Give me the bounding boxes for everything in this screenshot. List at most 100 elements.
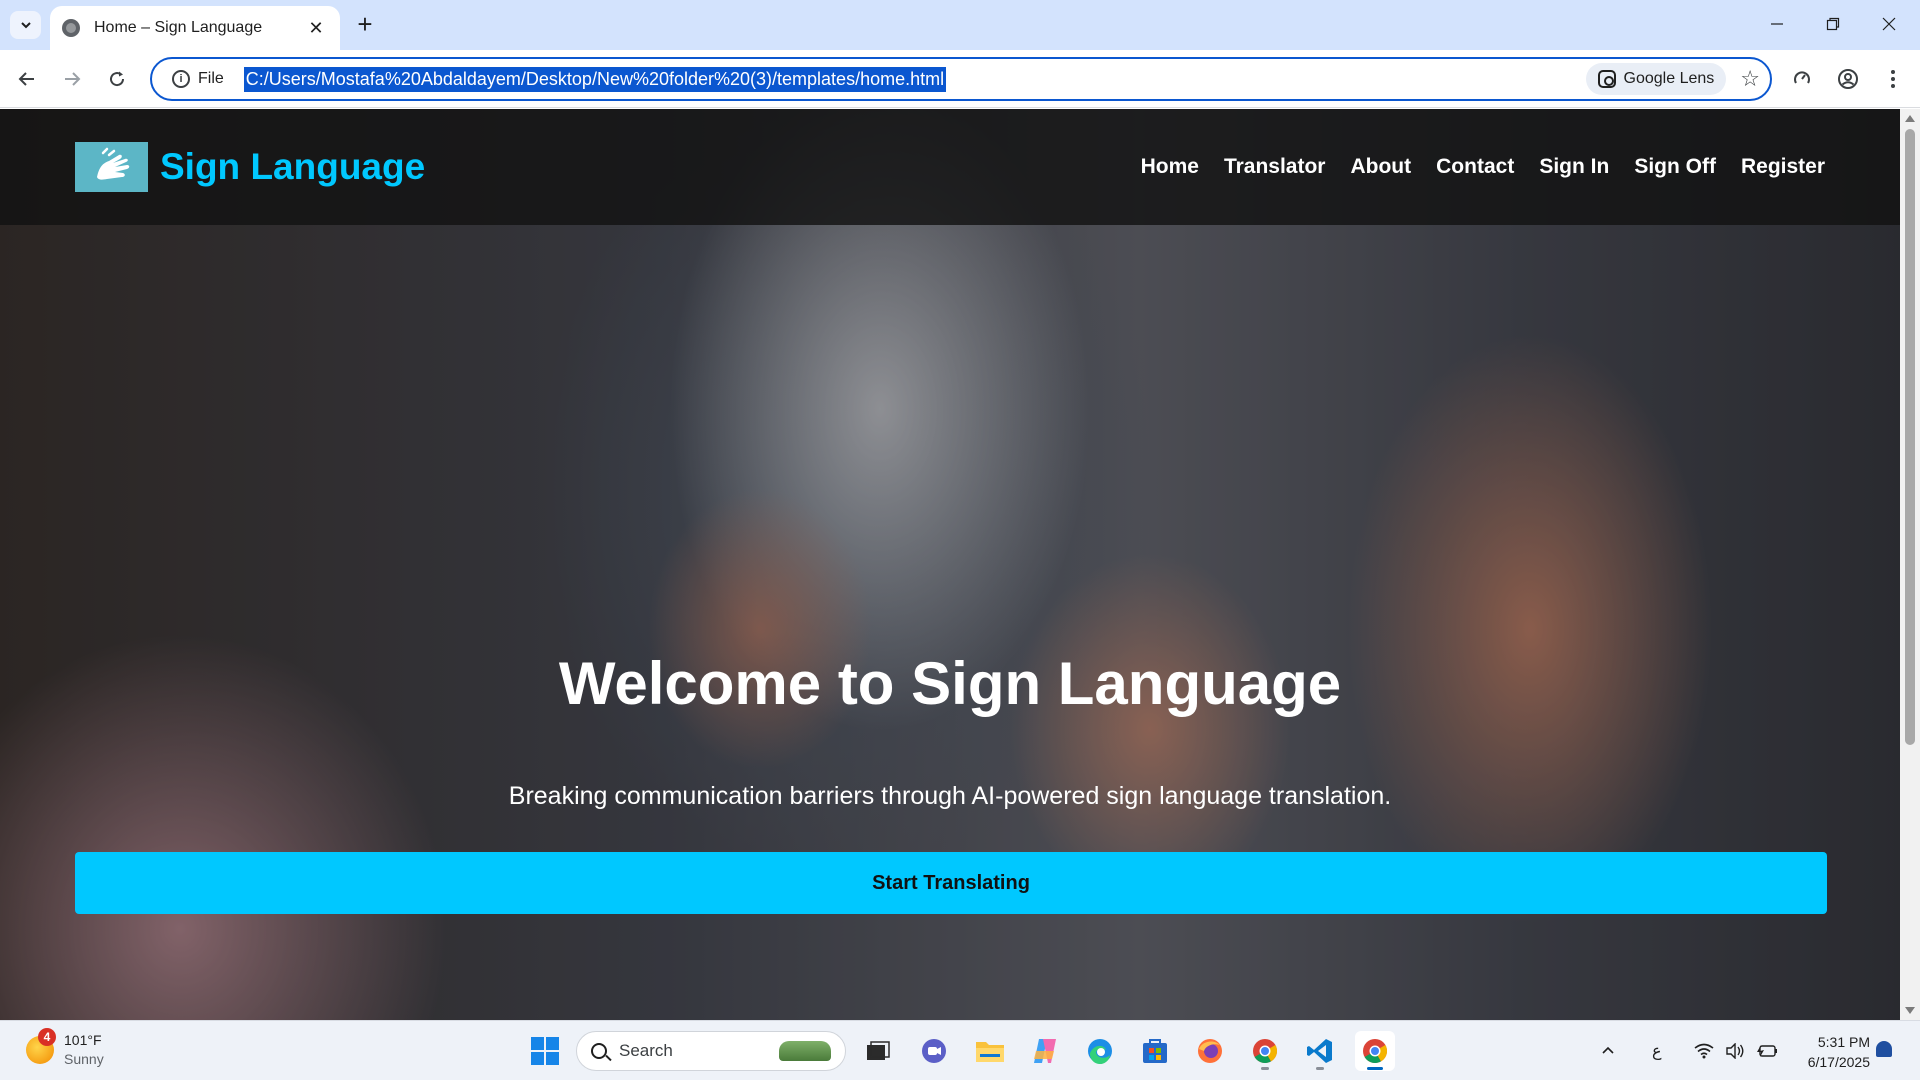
close-icon	[1882, 17, 1896, 31]
nav-link-translator[interactable]: Translator	[1224, 155, 1326, 179]
nav-link-home[interactable]: Home	[1141, 155, 1199, 179]
teams-button[interactable]	[914, 1031, 954, 1071]
browser-toolbar: i File C:/Users/Mostafa%20Abdaldayem/Des…	[0, 50, 1920, 108]
scroll-down-icon[interactable]	[1905, 1007, 1915, 1014]
clock-time: 5:31 PM	[1817, 1034, 1870, 1050]
store-icon	[1143, 1039, 1167, 1063]
copilot-button[interactable]	[1025, 1031, 1065, 1071]
address-bar[interactable]: i File C:/Users/Mostafa%20Abdaldayem/Des…	[150, 57, 1772, 101]
vscode-button[interactable]	[1300, 1031, 1340, 1071]
bookmark-star-icon[interactable]: ☆	[1740, 66, 1760, 92]
site-info-button[interactable]: i File	[162, 64, 234, 94]
arrow-left-icon	[18, 72, 34, 86]
chevron-down-icon	[20, 22, 31, 29]
browser-tab[interactable]: Home – Sign Language ✕	[50, 6, 340, 50]
weather-widget[interactable]: 4 101°F Sunny	[26, 1028, 104, 1069]
input-language-indicator[interactable]: ع	[1652, 1021, 1662, 1080]
performance-icon[interactable]	[1786, 63, 1818, 95]
url-text[interactable]: C:/Users/Mostafa%20Abdaldayem/Desktop/Ne…	[243, 66, 947, 92]
nav-link-sign-off[interactable]: Sign Off	[1634, 155, 1716, 179]
teams-icon	[922, 1039, 946, 1063]
google-lens-icon	[1597, 70, 1616, 88]
chrome-button[interactable]	[1245, 1031, 1285, 1071]
reload-button[interactable]	[100, 62, 134, 96]
nav-link-register[interactable]: Register	[1741, 155, 1825, 179]
browser-tab-bar: Home – Sign Language ✕ +	[0, 0, 1920, 50]
weather-condition: Sunny	[64, 1051, 104, 1067]
scroll-thumb[interactable]	[1905, 129, 1915, 745]
tab-close-button[interactable]: ✕	[304, 18, 328, 39]
chrome-active-button[interactable]	[1355, 1031, 1395, 1071]
notification-bell-icon[interactable]	[1876, 1041, 1892, 1057]
speaker-icon	[1726, 1043, 1744, 1059]
store-button[interactable]	[1135, 1031, 1175, 1071]
info-icon: i	[172, 70, 190, 88]
copilot-icon	[1034, 1039, 1056, 1063]
taskbar-search[interactable]: Search	[576, 1031, 846, 1071]
minimize-icon	[1771, 23, 1783, 25]
globe-icon	[62, 19, 80, 37]
tab-search-button[interactable]	[10, 11, 41, 39]
restore-icon	[1826, 17, 1840, 31]
weather-badge: 4	[38, 1028, 56, 1046]
nav-link-sign-in[interactable]: Sign In	[1539, 155, 1609, 179]
hero-title: Welcome to Sign Language	[558, 650, 1342, 717]
chevron-up-icon	[1602, 1046, 1614, 1054]
account-circle-icon	[1838, 69, 1858, 89]
start-translating-button[interactable]: Start Translating	[75, 852, 1827, 914]
battery-charging-icon	[1757, 1045, 1777, 1057]
nav-links: Home Translator About Contact Sign In Si…	[1141, 155, 1825, 179]
site-info-label: File	[198, 70, 224, 87]
forward-button[interactable]	[55, 62, 89, 96]
sun-icon: 4	[26, 1028, 56, 1064]
chrome-icon	[1253, 1039, 1278, 1064]
edge-button[interactable]	[1080, 1031, 1120, 1071]
clock-date: 6/17/2025	[1807, 1054, 1870, 1070]
tab-title: Home – Sign Language	[94, 19, 263, 36]
taskbar-search-label: Search	[619, 1041, 673, 1060]
page-scrollbar[interactable]	[1900, 109, 1920, 1020]
start-button[interactable]	[525, 1031, 565, 1071]
firefox-icon	[1198, 1039, 1222, 1063]
taskbar-clock[interactable]: 5:31 PM 6/17/2025	[1795, 1032, 1870, 1072]
battery-button[interactable]	[1756, 1021, 1778, 1080]
running-indicator	[1316, 1067, 1324, 1070]
profile-button[interactable]	[1832, 63, 1864, 95]
brand[interactable]: Sign Language	[75, 142, 425, 192]
new-tab-button[interactable]: +	[350, 10, 380, 40]
back-button[interactable]	[10, 62, 44, 96]
arrow-right-icon	[65, 72, 81, 86]
google-lens-button[interactable]: Google Lens	[1585, 63, 1727, 95]
task-view-icon	[867, 1041, 890, 1060]
reload-icon	[110, 71, 125, 87]
wifi-icon	[1694, 1043, 1714, 1059]
firefox-button[interactable]	[1190, 1031, 1230, 1071]
search-icon	[591, 1043, 607, 1059]
nav-link-contact[interactable]: Contact	[1436, 155, 1514, 179]
google-lens-label: Google Lens	[1623, 70, 1715, 87]
chrome-active-icon	[1363, 1039, 1388, 1064]
nav-link-about[interactable]: About	[1350, 155, 1411, 179]
site-navbar: Sign Language Home Translator About Cont…	[0, 109, 1900, 225]
wifi-button[interactable]	[1694, 1021, 1714, 1080]
edge-icon	[1088, 1039, 1112, 1065]
vscode-icon	[1307, 1039, 1332, 1063]
browser-menu-button[interactable]	[1877, 63, 1909, 95]
file-explorer-button[interactable]	[970, 1031, 1010, 1071]
show-hidden-icons-button[interactable]	[1600, 1021, 1616, 1080]
hero-subtitle: Breaking communication barriers through …	[508, 782, 1392, 810]
speed-icon	[1794, 71, 1810, 84]
windows-taskbar: 4 101°F Sunny Search ع 5:31 PM 6/17/2025	[0, 1020, 1920, 1080]
scroll-up-icon[interactable]	[1905, 115, 1915, 122]
more-vertical-icon	[1891, 70, 1895, 88]
volume-button[interactable]	[1725, 1021, 1745, 1080]
folder-icon	[976, 1042, 1004, 1062]
page-viewport: Sign Language Home Translator About Cont…	[0, 109, 1900, 1020]
task-view-button[interactable]	[858, 1031, 898, 1071]
brand-name: Sign Language	[160, 146, 426, 187]
restore-button[interactable]	[1810, 8, 1856, 40]
close-window-button[interactable]	[1866, 8, 1912, 40]
weather-temperature: 101°F	[64, 1032, 102, 1048]
search-highlight-icon	[779, 1041, 831, 1061]
minimize-button[interactable]	[1754, 8, 1800, 40]
